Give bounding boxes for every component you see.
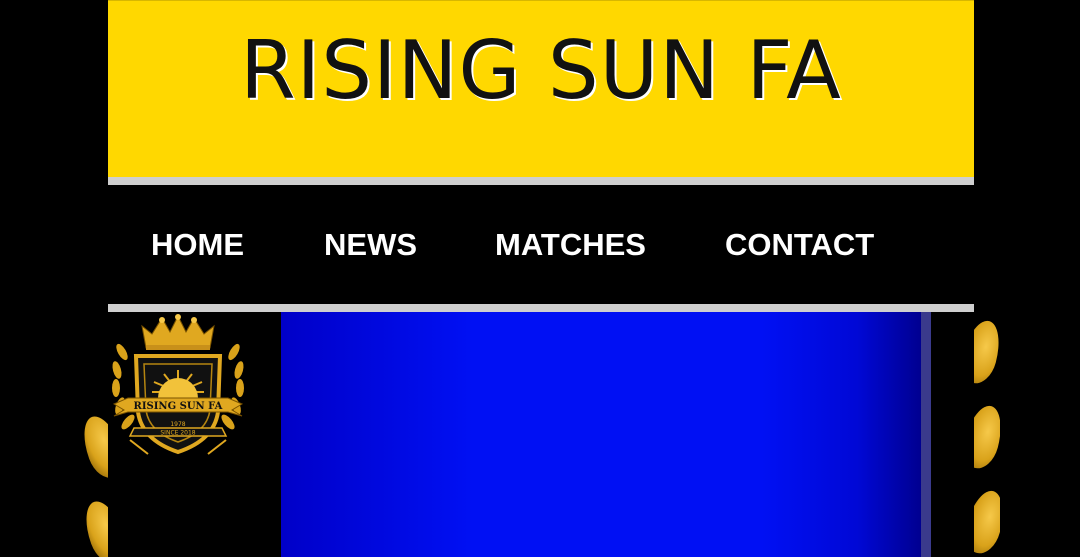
club-crest-logo[interactable]: RISING SUN FA 1978 SINCE 2018 <box>108 312 248 462</box>
nav-item-home[interactable]: HOME <box>151 185 244 304</box>
crest-since-text: SINCE 2018 <box>160 430 195 437</box>
hero-banner-edge <box>921 312 931 557</box>
main-nav: HOME NEWS MATCHES CONTACT <box>108 185 974 304</box>
main-content: RISING SUN FA 1978 SINCE 2018 <box>108 312 974 557</box>
nav-divider <box>108 304 974 312</box>
crest-est-text: 1978 <box>170 421 185 428</box>
right-leaf-decoration <box>970 305 1000 557</box>
crest-name-text: RISING SUN FA <box>134 401 223 412</box>
hero-banner-panel <box>281 312 921 557</box>
nav-item-contact[interactable]: CONTACT <box>725 185 874 304</box>
site-title[interactable]: RISING SUN FA <box>108 23 974 119</box>
page: RISING SUN FA HOME NEWS MATCHES CONTACT <box>0 0 1080 557</box>
header-divider <box>108 177 974 185</box>
site-container: RISING SUN FA HOME NEWS MATCHES CONTACT <box>108 0 974 557</box>
nav-item-news[interactable]: NEWS <box>324 185 417 304</box>
club-crest-icon: RISING SUN FA 1978 SINCE 2018 <box>112 314 244 455</box>
nav-item-matches[interactable]: MATCHES <box>495 185 646 304</box>
site-header: RISING SUN FA <box>108 0 974 177</box>
